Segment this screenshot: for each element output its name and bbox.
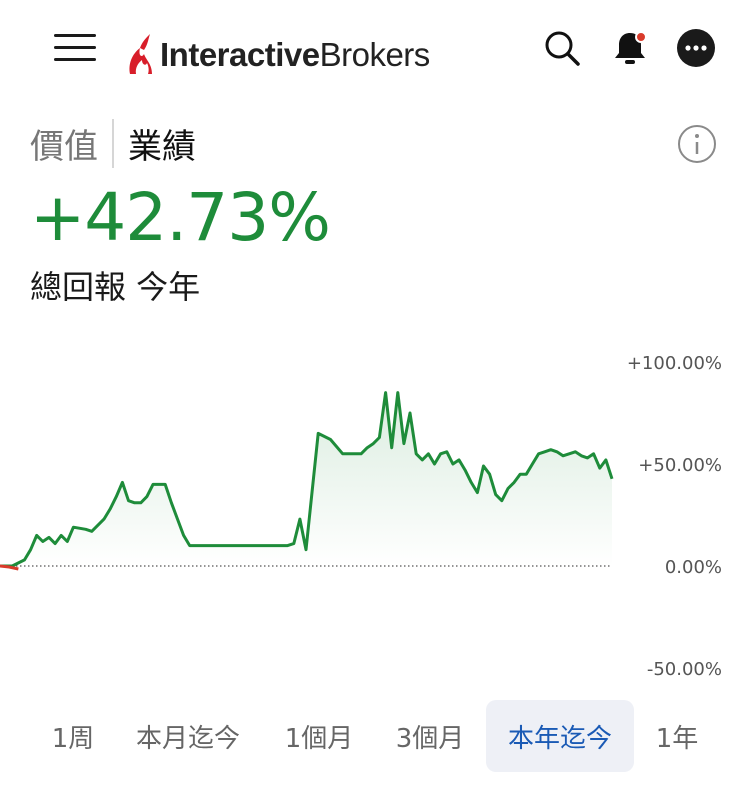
hamburger-menu-icon[interactable] <box>52 30 98 66</box>
tab-value[interactable]: 價值 <box>30 119 112 168</box>
period-selector: 1周 本月迄今 1個月 3個月 本年迄今 1年 <box>0 700 750 774</box>
y-tick-label: +50.00% <box>638 455 722 476</box>
tab-performance[interactable]: 業績 <box>112 118 196 168</box>
performance-chart[interactable]: +100.00% +50.00% 0.00% -50.00% <box>0 340 750 690</box>
y-tick-label: +100.00% <box>627 353 722 374</box>
period-ytd[interactable]: 本年迄今 <box>486 700 634 772</box>
period-1m[interactable]: 1個月 <box>272 700 366 772</box>
notification-bell-icon[interactable] <box>610 28 650 68</box>
logo-text: InteractiveBrokers <box>160 36 430 73</box>
logo-flame-icon <box>129 34 152 74</box>
period-3m[interactable]: 3個月 <box>384 700 476 772</box>
total-return-subtitle: 總回報 今年 <box>30 268 201 306</box>
period-1y[interactable]: 1年 <box>646 700 708 772</box>
search-icon[interactable] <box>542 28 582 68</box>
more-options-icon[interactable] <box>676 28 716 68</box>
brand-logo: InteractiveBrokers <box>126 30 430 80</box>
period-1w[interactable]: 1周 <box>38 700 108 772</box>
chart-negative-segment <box>0 564 19 571</box>
app-header: InteractiveBrokers <box>0 0 750 100</box>
view-tabs: 價值 業績 <box>30 118 196 168</box>
info-icon[interactable] <box>677 124 717 164</box>
period-mtd[interactable]: 本月迄今 <box>128 700 248 772</box>
y-tick-label: -50.00% <box>647 659 722 680</box>
y-tick-label: 0.00% <box>665 557 722 578</box>
total-return-value: +42.73% <box>30 179 331 256</box>
